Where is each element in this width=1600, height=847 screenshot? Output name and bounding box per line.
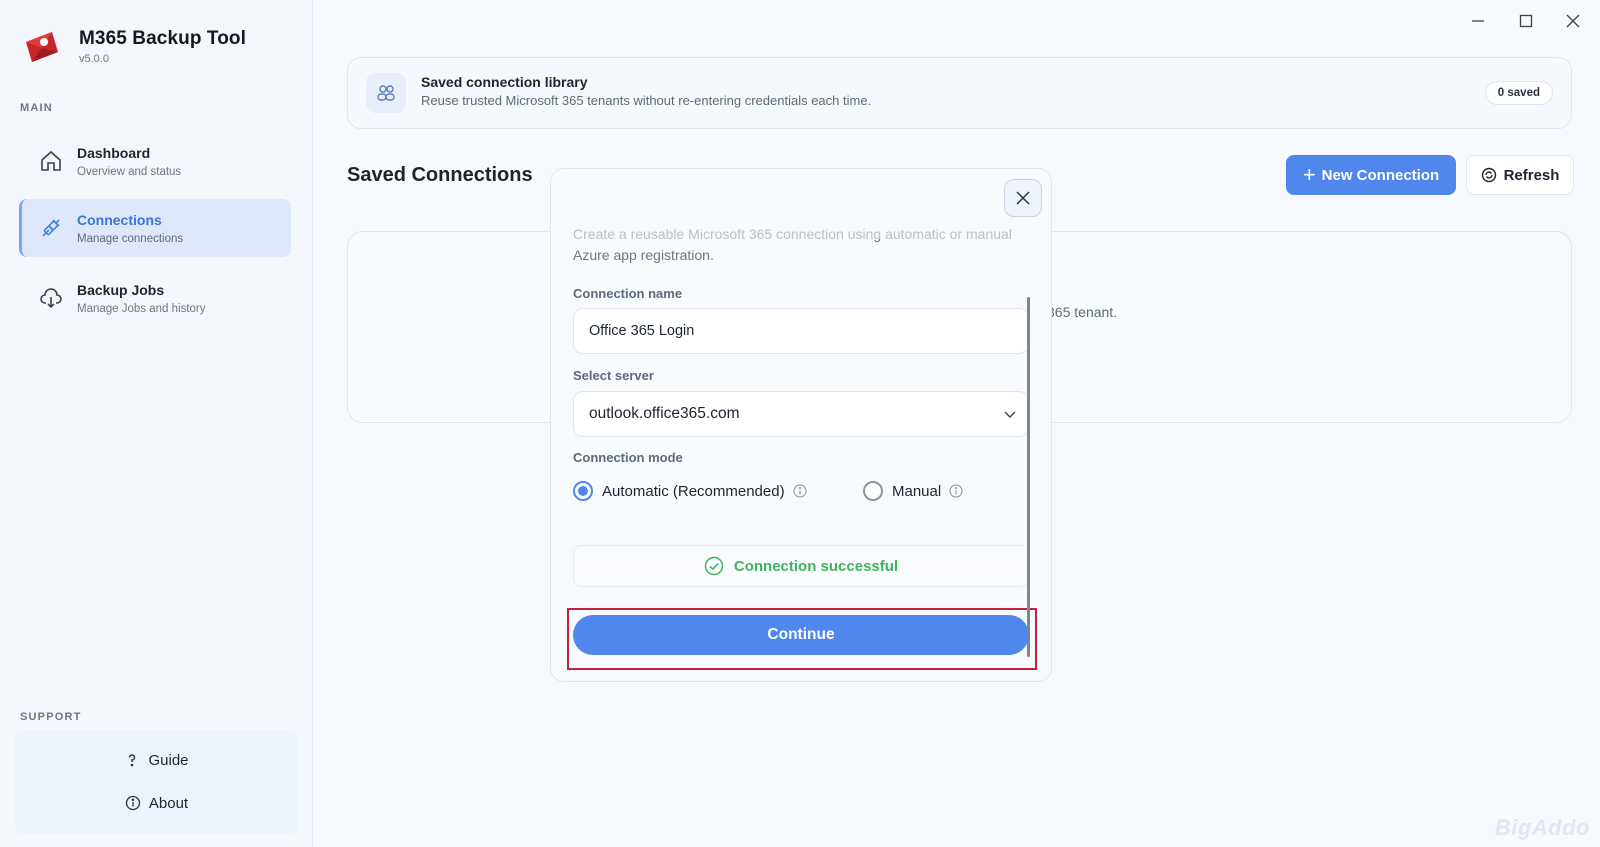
refresh-icon bbox=[1481, 167, 1496, 183]
sidebar: M365 Backup Tool v5.0.0 MAIN Dashboard O… bbox=[0, 0, 313, 847]
connection-name-label: Connection name bbox=[573, 286, 683, 301]
sidebar-item-backup-jobs[interactable]: Backup Jobs Manage Jobs and history bbox=[19, 269, 291, 327]
mode-manual-radio[interactable]: Manual bbox=[863, 481, 963, 501]
close-window-icon[interactable] bbox=[1562, 10, 1584, 32]
sidebar-item-title: Connections bbox=[77, 211, 162, 228]
new-connection-label: New Connection bbox=[1321, 166, 1440, 184]
banner-icon-box bbox=[366, 73, 406, 113]
saved-count-badge: 0 saved bbox=[1484, 81, 1553, 105]
connection-mode-label: Connection mode bbox=[573, 450, 683, 465]
info-icon[interactable] bbox=[793, 484, 807, 498]
guide-button[interactable]: Guide bbox=[25, 740, 288, 780]
plug-icon bbox=[42, 219, 60, 237]
connection-library-banner: Saved connection library Reuse trusted M… bbox=[347, 57, 1572, 129]
connection-name-input[interactable]: Office 365 Login bbox=[573, 308, 1029, 354]
minimize-icon[interactable] bbox=[1467, 10, 1489, 32]
connection-status: Connection successful bbox=[573, 545, 1029, 587]
about-button[interactable]: About bbox=[25, 783, 288, 823]
refresh-button[interactable]: Refresh bbox=[1466, 155, 1574, 195]
sidebar-item-title: Backup Jobs bbox=[77, 281, 165, 298]
sidebar-item-subtitle: Overview and status bbox=[77, 165, 182, 178]
server-select-value: outlook.office365.com bbox=[589, 405, 740, 422]
close-icon bbox=[1016, 191, 1030, 205]
page-title: Saved Connections bbox=[347, 164, 533, 186]
home-icon bbox=[41, 150, 61, 171]
guide-label: Guide bbox=[148, 751, 189, 769]
server-label: Select server bbox=[573, 368, 654, 383]
radio-selected-indicator bbox=[573, 481, 593, 501]
new-connection-button[interactable]: + New Connection bbox=[1286, 155, 1456, 195]
about-label: About bbox=[148, 794, 189, 812]
dialog-close-button[interactable] bbox=[1004, 179, 1042, 217]
users-icon bbox=[377, 85, 395, 101]
sidebar-item-connections[interactable]: Connections Manage connections bbox=[19, 199, 291, 257]
maximize-icon[interactable] bbox=[1515, 10, 1537, 32]
chevron-down-icon bbox=[1004, 411, 1016, 418]
connection-status-text: Connection successful bbox=[733, 557, 899, 575]
banner-subtitle: Reuse trusted Microsoft 365 tenants with… bbox=[421, 93, 872, 108]
mode-automatic-label: Automatic (Recommended) bbox=[602, 482, 785, 500]
app-version: v5.0.0 bbox=[79, 52, 109, 65]
support-box: Guide About bbox=[15, 730, 298, 834]
brand: M365 Backup Tool v5.0.0 bbox=[22, 26, 246, 66]
radio-unselected-indicator bbox=[863, 481, 883, 501]
check-circle-icon bbox=[704, 556, 724, 576]
plus-icon: + bbox=[1302, 162, 1316, 187]
sidebar-item-subtitle: Manage connections bbox=[77, 232, 184, 245]
refresh-label: Refresh bbox=[1503, 166, 1560, 184]
mode-manual-label: Manual bbox=[892, 482, 942, 500]
new-connection-dialog: Create a reusable Microsoft 365 connecti… bbox=[550, 168, 1052, 682]
dialog-scrollbar[interactable] bbox=[1027, 297, 1030, 657]
sidebar-item-dashboard[interactable]: Dashboard Overview and status bbox=[19, 132, 291, 190]
info-icon[interactable] bbox=[949, 484, 963, 498]
server-select[interactable]: outlook.office365.com bbox=[573, 391, 1029, 437]
app-logo-icon bbox=[26, 32, 58, 62]
question-icon bbox=[129, 754, 136, 767]
highlight-box bbox=[567, 608, 1037, 670]
banner-title: Saved connection library bbox=[421, 74, 588, 90]
sidebar-item-title: Dashboard bbox=[77, 144, 151, 161]
support-section-label: SUPPORT bbox=[20, 711, 82, 723]
info-icon bbox=[125, 795, 141, 811]
main-section-label: MAIN bbox=[20, 102, 53, 114]
app-title: M365 Backup Tool bbox=[79, 27, 247, 49]
scroll-fade bbox=[551, 224, 1051, 239]
sidebar-item-subtitle: Manage Jobs and history bbox=[77, 302, 206, 315]
cloud-download-icon bbox=[40, 288, 62, 309]
watermark: BigAddo bbox=[1494, 815, 1590, 840]
mode-automatic-radio[interactable]: Automatic (Recommended) bbox=[573, 481, 807, 501]
